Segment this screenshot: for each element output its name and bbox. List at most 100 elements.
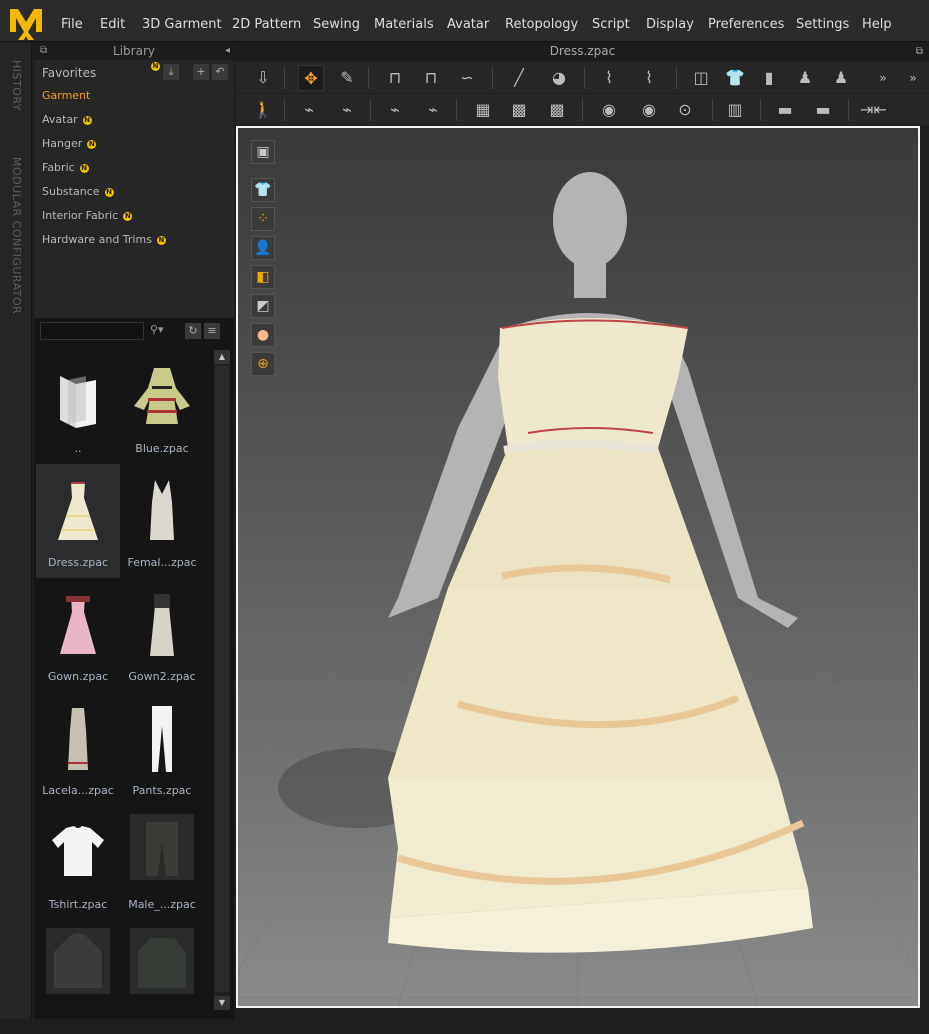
grid-display-icon[interactable]: ⊕ bbox=[251, 352, 275, 376]
draw-texture-line-icon[interactable]: ⌁ bbox=[334, 97, 360, 123]
file-tile[interactable]: Gown.zpac bbox=[36, 578, 120, 692]
more-tools-icon[interactable]: » bbox=[900, 65, 926, 91]
pin-icon[interactable]: ╱ bbox=[506, 65, 532, 91]
menu-3d-garment[interactable]: 3D Garment bbox=[142, 17, 222, 32]
search-icon[interactable]: ⚲▾ bbox=[150, 323, 164, 336]
avatar-skin-icon[interactable]: ● bbox=[251, 323, 275, 347]
sewing-curve-icon[interactable]: ∽ bbox=[454, 65, 480, 91]
refresh-icon[interactable]: ↻ bbox=[185, 323, 201, 339]
menu-file[interactable]: File bbox=[61, 17, 83, 32]
avatar-measure-icon[interactable]: ♟ bbox=[828, 65, 854, 91]
menu-sewing[interactable]: Sewing bbox=[313, 17, 360, 32]
library-favorites[interactable]: Favorites bbox=[42, 66, 96, 80]
tack-icon[interactable]: ⇥⇤ bbox=[860, 97, 887, 123]
undock-icon[interactable]: ⧉ bbox=[916, 42, 923, 61]
file-tile[interactable]: Blue.zpac bbox=[120, 350, 204, 464]
avatar-pose-icon[interactable]: 🚶 bbox=[250, 97, 276, 123]
new-badge-icon: N bbox=[104, 188, 114, 197]
sewing-measure-icon[interactable]: ⊓ bbox=[418, 65, 444, 91]
file-tile[interactable] bbox=[36, 920, 120, 1034]
garment-side-icon[interactable]: ▮ bbox=[756, 65, 782, 91]
edit-curve-point-icon[interactable]: ⌇ bbox=[596, 65, 622, 91]
file-tile[interactable]: Femal...zpac bbox=[120, 464, 204, 578]
graphic-tool-icon[interactable]: ▩ bbox=[544, 97, 570, 123]
category-substance[interactable]: Substance N bbox=[42, 185, 114, 198]
add-icon[interactable]: + bbox=[193, 64, 209, 80]
file-tile[interactable]: Pants.zpac bbox=[120, 692, 204, 806]
3d-scene bbox=[238, 172, 918, 1006]
menu-display[interactable]: Display bbox=[646, 17, 694, 32]
menu-materials[interactable]: Materials bbox=[374, 17, 434, 32]
shading-icon[interactable]: ◩ bbox=[251, 294, 275, 318]
edit-texture-line-icon[interactable]: ⌁ bbox=[296, 97, 322, 123]
edit-line-icon[interactable]: ⌁ bbox=[382, 97, 408, 123]
button-select-icon[interactable]: ◉ bbox=[596, 97, 622, 123]
texture-display-icon[interactable]: ◧ bbox=[251, 265, 275, 289]
garment-front-icon[interactable]: 👕 bbox=[722, 65, 748, 91]
category-hardware-trims[interactable]: Hardware and Trims N bbox=[42, 233, 166, 246]
file-name: Tshirt.zpac bbox=[48, 898, 108, 911]
garment-display-icon[interactable]: 👕 bbox=[251, 178, 275, 202]
file-tile[interactable]: Dress.zpac bbox=[36, 464, 120, 578]
menu-retopology[interactable]: Retopology bbox=[505, 17, 578, 32]
menu-help[interactable]: Help bbox=[862, 17, 892, 32]
scroll-up-icon[interactable]: ▲ bbox=[214, 350, 230, 364]
category-garment[interactable]: Garment bbox=[42, 89, 90, 102]
category-avatar[interactable]: Avatar N bbox=[42, 113, 92, 126]
scroll-down-icon[interactable]: ▼ bbox=[214, 996, 230, 1010]
avatar-arrange-icon[interactable]: ♟ bbox=[792, 65, 818, 91]
button-tool-icon[interactable]: ◉ bbox=[636, 97, 662, 123]
undock-icon[interactable]: ⧉ bbox=[40, 42, 47, 60]
file-tile[interactable]: .. bbox=[36, 350, 120, 464]
menu-2d-pattern[interactable]: 2D Pattern bbox=[232, 17, 301, 32]
dress bbox=[388, 318, 813, 953]
menu-avatar[interactable]: Avatar bbox=[447, 17, 489, 32]
menu-edit[interactable]: Edit bbox=[100, 17, 125, 32]
tab-modular-configurator[interactable]: MODULAR CONFIGURATOR bbox=[10, 157, 23, 314]
edit-curve-icon[interactable]: ⌇ bbox=[636, 65, 662, 91]
sewing-segment-icon[interactable]: ⊓ bbox=[382, 65, 408, 91]
scroll-thumb[interactable] bbox=[215, 366, 229, 992]
library-panel: ⧉ Library ◂ Favorites N ⤓ + ↶ Garment Av… bbox=[34, 42, 234, 1019]
tab-history[interactable]: HISTORY bbox=[10, 60, 23, 111]
file-tile[interactable]: Gown2.zpac bbox=[120, 578, 204, 692]
trim-select-icon[interactable]: ▬ bbox=[772, 97, 798, 123]
category-hanger[interactable]: Hanger N bbox=[42, 137, 97, 150]
points-display-icon[interactable]: ⁘ bbox=[251, 207, 275, 231]
buttonhole-icon[interactable]: ⊙ bbox=[672, 97, 698, 123]
pants-thumbnail bbox=[152, 706, 172, 772]
zipper-icon[interactable]: ▥ bbox=[722, 97, 748, 123]
menu-preferences[interactable]: Preferences bbox=[708, 17, 784, 32]
category-label: Hardware and Trims bbox=[42, 233, 152, 246]
collapse-arrow-icon[interactable]: ◂ bbox=[225, 42, 230, 60]
avatar-display-icon[interactable]: 👤 bbox=[251, 236, 275, 260]
back-arrow-icon[interactable]: ↶ bbox=[212, 64, 228, 80]
new-badge-icon: N bbox=[82, 116, 92, 125]
file-tile[interactable]: Lacela...zpac bbox=[36, 692, 120, 806]
render-mode-icon[interactable]: ▣ bbox=[251, 140, 275, 164]
download-icon[interactable]: ⤓ bbox=[163, 64, 179, 80]
more-tools-icon[interactable]: » bbox=[870, 65, 896, 91]
document-tab[interactable]: Dress.zpac ⧉ bbox=[236, 42, 929, 61]
drop-arrow-icon[interactable]: ⇩ bbox=[250, 65, 276, 91]
fold-pin-icon[interactable]: ◕ bbox=[546, 65, 572, 91]
file-tile[interactable] bbox=[120, 920, 204, 1034]
edit-pin-icon[interactable]: ✎ bbox=[334, 65, 360, 91]
menu-settings[interactable]: Settings bbox=[796, 17, 849, 32]
category-interior-fabric[interactable]: Interior Fabric N bbox=[42, 209, 133, 222]
draw-line-icon[interactable]: ⌁ bbox=[420, 97, 446, 123]
library-search-input[interactable] bbox=[40, 322, 144, 340]
select-graphic-icon[interactable]: ▩ bbox=[506, 97, 532, 123]
puckering-icon[interactable]: ▦ bbox=[470, 97, 496, 123]
fold-arrange-icon[interactable]: ◫ bbox=[688, 65, 714, 91]
category-fabric[interactable]: Fabric N bbox=[42, 161, 89, 174]
lace-dress-thumbnail bbox=[68, 708, 88, 770]
transform-move-icon[interactable]: ✥ bbox=[298, 65, 324, 91]
trim-tool-icon[interactable]: ▬ bbox=[810, 97, 836, 123]
3d-viewport[interactable]: ▣ 👕 ⁘ 👤 ◧ ◩ ● ⊕ bbox=[236, 126, 920, 1008]
list-view-icon[interactable]: ≡ bbox=[204, 323, 220, 339]
file-browser-scrollbar[interactable]: ▲ ▼ bbox=[214, 350, 230, 1010]
file-tile[interactable]: Tshirt.zpac bbox=[36, 806, 120, 920]
menu-script[interactable]: Script bbox=[592, 17, 630, 32]
file-tile[interactable]: Male_...zpac bbox=[120, 806, 204, 920]
